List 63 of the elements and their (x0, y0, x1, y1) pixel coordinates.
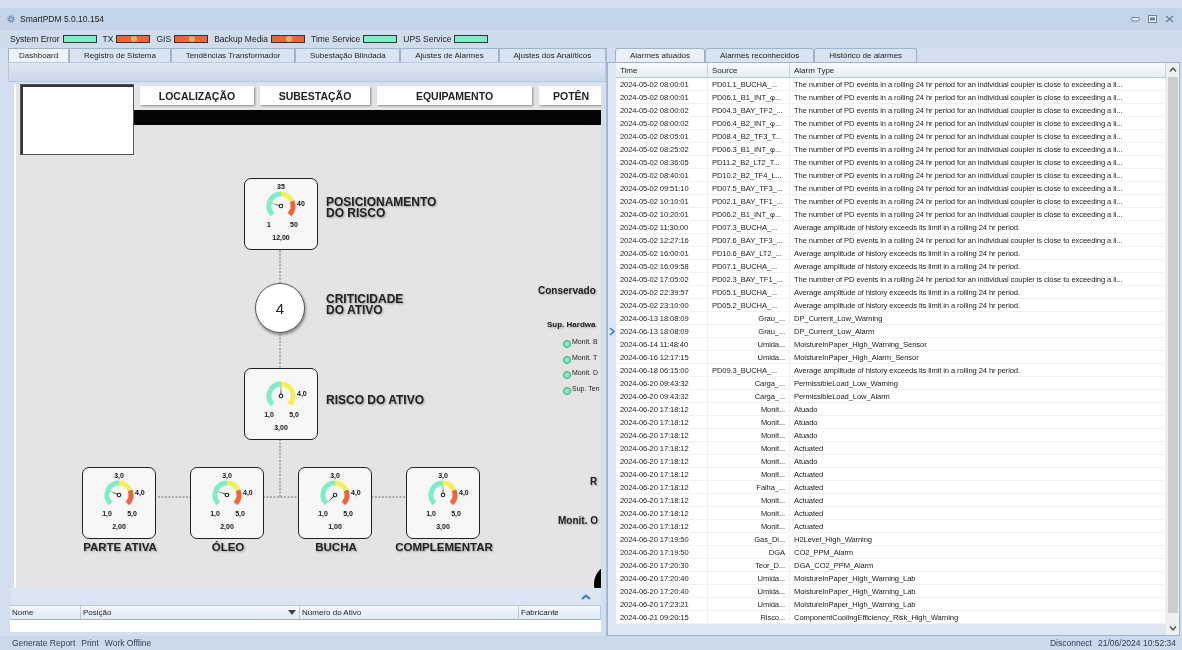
scroll-down-icon[interactable] (1168, 626, 1177, 631)
indicator-label: Time Service (311, 34, 361, 44)
tab[interactable]: Histórico de alarmes (814, 48, 918, 62)
nav-button[interactable]: POTÊN (539, 86, 601, 105)
indicator-label: UPS Service (403, 34, 452, 44)
column-header[interactable]: Fabricante (519, 606, 601, 619)
tab[interactable]: Dashboard (8, 48, 70, 62)
gauge-drawing (266, 191, 295, 216)
component-label: COMPLEMENTAR (395, 541, 493, 553)
footer-link[interactable]: Work Offline (104, 638, 152, 648)
column-header[interactable]: Source (708, 63, 790, 77)
minimize-icon[interactable] (1131, 16, 1140, 22)
section-title: Conservado (538, 285, 596, 296)
status-dot (563, 386, 571, 395)
scrollbar[interactable] (1166, 63, 1179, 635)
nav-button[interactable]: LOCALIZAÇÃO (140, 86, 254, 105)
section-title: R (590, 476, 598, 487)
scroll-up-icon[interactable] (1168, 67, 1177, 72)
gauge-drawing (428, 480, 457, 505)
tab[interactable]: Ajustes dos Analíticos (498, 48, 607, 62)
indicator-label: TX (102, 34, 114, 44)
footer-link[interactable]: Generate Report (12, 638, 76, 648)
column-header[interactable]: Posição (81, 606, 300, 619)
column-header[interactable]: Time (616, 63, 708, 77)
tab[interactable]: Registro de Sistema (69, 48, 171, 62)
section-title: POSICIONAMENTO DO RISCO (326, 197, 437, 219)
dropdown-icon[interactable] (288, 610, 296, 615)
gear-icon (6, 14, 16, 24)
connection-status: Disconnect (1049, 638, 1092, 648)
indicator-label: Backup Media (214, 34, 268, 44)
footer-link[interactable]: Print (81, 638, 99, 648)
tab[interactable]: Subestação Blindada (295, 48, 401, 62)
nav-button[interactable]: SUBESTAÇÃO (260, 86, 370, 105)
component-label: ÓLEO (211, 541, 245, 553)
indicator-label: System Error (10, 34, 60, 44)
window-title: SmartPDM 5.0.10.154 (20, 14, 105, 24)
close-icon[interactable] (1165, 15, 1174, 23)
gauge-drawing (266, 381, 295, 406)
status-dot (563, 371, 571, 379)
indicator-label: GIS (156, 34, 172, 44)
section-title: Monit. O (558, 515, 598, 526)
tab[interactable]: Tendências Transformador (170, 48, 296, 62)
tab[interactable]: Ajustes de Alarmes (400, 48, 499, 62)
scroll-thumb[interactable] (1167, 77, 1178, 613)
status-dot (563, 355, 571, 364)
status-dot (563, 340, 571, 348)
column-header[interactable]: Nome (10, 606, 81, 619)
criticality-circle: 4 (255, 283, 305, 333)
tab[interactable]: Alarmes reconhecidos (705, 48, 815, 62)
gauge-drawing (212, 480, 241, 505)
timestamp: 21/06/2024 10:52:34 (1098, 638, 1176, 648)
gauge-drawing (320, 480, 349, 505)
maximize-icon[interactable] (1148, 15, 1157, 23)
column-header[interactable]: Número do Ativo (300, 606, 519, 619)
section-title: Sup. Hardwa (547, 320, 596, 329)
chevron-up-icon[interactable] (581, 593, 591, 600)
nav-button[interactable]: EQUIPAMENTO (377, 86, 532, 105)
component-label: BUCHA (315, 541, 357, 553)
section-title: RISCO DO ATIVO (326, 395, 424, 406)
section-title: CRITICIDADE DO ATIVO (326, 294, 404, 316)
tab[interactable]: Alarmes atuados (615, 48, 706, 62)
gauge-drawing (104, 480, 133, 505)
component-label: PARTE ATIVA (83, 541, 157, 553)
